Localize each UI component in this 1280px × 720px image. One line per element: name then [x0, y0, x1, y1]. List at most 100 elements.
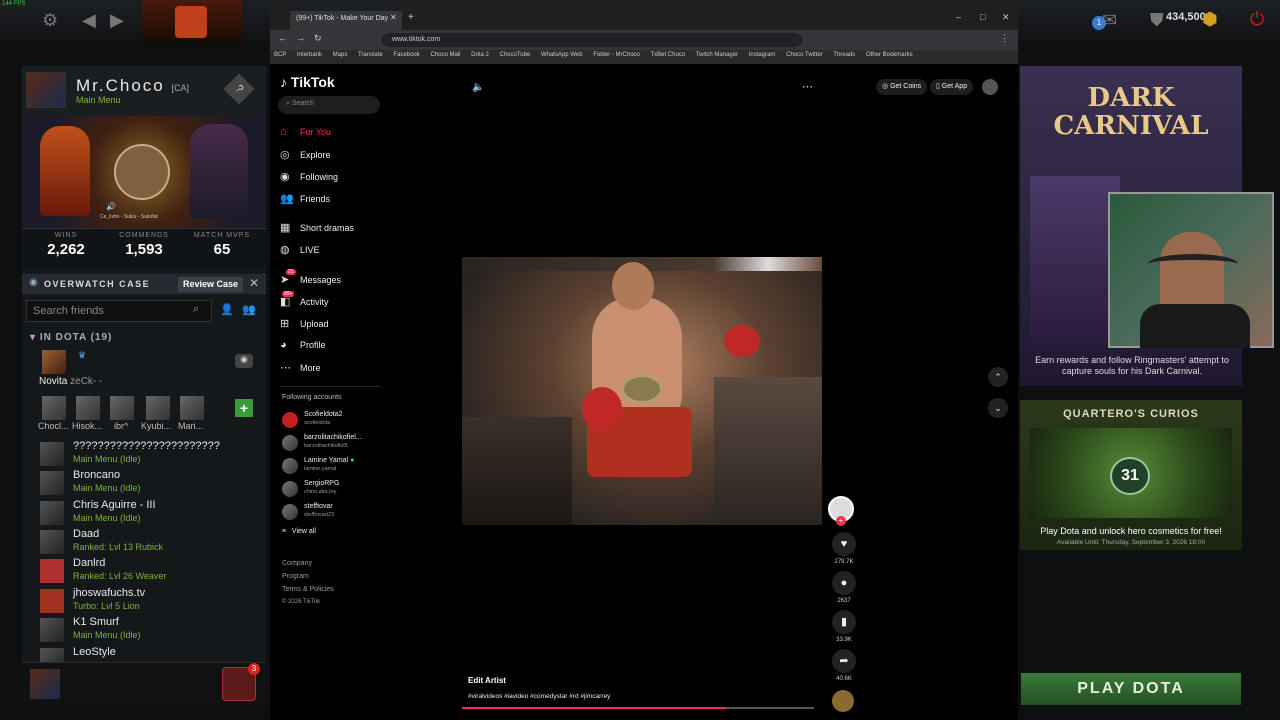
profile-avatar[interactable]	[26, 72, 66, 108]
following-account[interactable]: barzolitachikofiel... barzolitachikofiel5	[282, 432, 392, 454]
curios-banner[interactable]: QUARTERO'S CURIOS 31 Play Dota and unloc…	[1020, 400, 1242, 550]
search-icon[interactable]: ⌕	[193, 303, 199, 316]
nav-profile[interactable]: ◕ Profile	[280, 339, 326, 355]
like-button[interactable]: ♥	[832, 532, 856, 556]
review-case-button[interactable]: Review Case	[178, 277, 244, 292]
maximize-icon[interactable]: □	[980, 12, 985, 22]
bookmark[interactable]: Instagram	[749, 52, 776, 58]
add-friend-icon[interactable]: 👤	[220, 303, 234, 316]
bookmark[interactable]: Other Bookmarks	[866, 52, 913, 58]
bookmark[interactable]: ChocoTube	[500, 52, 531, 58]
bookmark[interactable]: Twitch Manager	[696, 52, 738, 58]
video-player[interactable]	[462, 257, 822, 525]
play-dota-button[interactable]: PLAY DOTA	[1021, 673, 1241, 705]
bookmark[interactable]: Choco Twitter	[786, 52, 823, 58]
friend-row[interactable]: Chris Aguirre - III Main Menu (Idle)	[40, 499, 260, 527]
menu-icon[interactable]: ⋮	[1000, 33, 1009, 44]
new-tab-icon[interactable]: +	[408, 12, 414, 23]
bookmark[interactable]: Choco Mail	[430, 52, 460, 58]
bookmark[interactable]: Maps	[333, 52, 348, 58]
friends-search-input[interactable]: Search friends	[26, 300, 212, 322]
in-dota-header[interactable]: ▾ IN DOTA (19)	[30, 332, 112, 343]
bookmark[interactable]: Translate	[358, 52, 383, 58]
tiktok-logo[interactable]: ♪ TikTok	[280, 74, 335, 90]
window-close-icon[interactable]: ✕	[1002, 12, 1010, 23]
bookmark[interactable]: WhatsApp Web	[541, 52, 583, 58]
armory-icon[interactable]: ⛊	[1150, 10, 1164, 31]
nav-upload[interactable]: ⊞ Upload	[280, 317, 329, 333]
comment-button[interactable]: ●	[832, 571, 856, 595]
previous-video-button[interactable]: ⌃	[988, 367, 1008, 387]
nav-for-you[interactable]: ⌂ For You	[280, 126, 331, 142]
rank-icon[interactable]: ?	[223, 73, 255, 105]
footer-link[interactable]: Company	[282, 560, 312, 567]
browser-tab[interactable]: (99+) TikTok - Make Your Day	[290, 11, 402, 30]
speaker-icon[interactable]: 🔊	[106, 202, 116, 211]
following-account[interactable]: SergioRPG chino.aka.toy	[282, 478, 392, 500]
party-member-avatar[interactable]	[146, 396, 170, 420]
close-icon[interactable]: ✕	[249, 276, 259, 290]
back-arrow-icon[interactable]: ◀	[82, 10, 96, 31]
party-member-avatar[interactable]	[42, 396, 66, 420]
minimize-icon[interactable]: –	[956, 12, 961, 22]
friend-row[interactable]: Broncano Main Menu (Idle)	[40, 469, 260, 497]
user-avatar[interactable]	[982, 79, 998, 95]
footer-link[interactable]: Program	[282, 573, 309, 580]
friend-row[interactable]: K1 Smurf Main Menu (Idle)	[40, 616, 260, 644]
volume-icon[interactable]: 🔈	[472, 82, 484, 93]
video-progress[interactable]	[462, 707, 814, 709]
following-account[interactable]: Lamine Yamal ● lamine.yamal	[282, 455, 392, 477]
nav-short-dramas[interactable]: ▦ Short dramas	[280, 221, 354, 237]
nav-following[interactable]: ◉ Following	[280, 170, 338, 186]
forward-icon[interactable]: →	[296, 33, 305, 43]
get-app-button[interactable]: ▯ Get App	[930, 79, 974, 95]
nav-more[interactable]: ⋯ More	[280, 361, 321, 377]
forward-arrow-icon[interactable]: ▶	[110, 10, 124, 31]
bookmark[interactable]: BCP	[274, 52, 286, 58]
bookmark[interactable]: Dota 2	[471, 52, 489, 58]
nav-friends[interactable]: 👥 Friends	[280, 192, 330, 208]
plus-icon[interactable]: ⬢	[1202, 9, 1218, 30]
bookmark[interactable]: Interbank	[297, 52, 322, 58]
next-video-button[interactable]: ⌄	[988, 398, 1008, 418]
footer-link[interactable]: Terms & Policies	[282, 586, 334, 593]
follow-plus-icon[interactable]: +	[836, 516, 846, 526]
nav-activity[interactable]: ◧ Activity	[280, 295, 329, 311]
chat-dock-avatar[interactable]	[30, 669, 60, 699]
friend-row[interactable]: Danlrd Ranked: Lvl 26 Weaver	[40, 557, 260, 585]
party-member-avatar[interactable]	[180, 396, 204, 420]
save-button[interactable]: ▮	[832, 610, 856, 634]
close-tab-icon[interactable]: ✕	[390, 13, 397, 22]
following-account[interactable]: Scofieldota2 scofieldota	[282, 409, 392, 431]
friends-list-icon[interactable]: 👥	[242, 303, 256, 316]
reload-icon[interactable]: ↻	[314, 33, 322, 44]
visibility-icon[interactable]: ◉	[235, 354, 253, 368]
address-bar[interactable]: www.tiktok.com	[382, 33, 802, 47]
party-avatar[interactable]	[42, 350, 66, 374]
video-author[interactable]: Edit Artist	[468, 676, 506, 685]
nav-messages[interactable]: ➤ Messages	[280, 273, 341, 289]
more-options-icon[interactable]: ⋯	[802, 80, 813, 93]
share-button[interactable]: ➦	[832, 649, 856, 673]
friend-row[interactable]: ???????????????????????? Main Menu (Idle)	[40, 440, 260, 468]
friend-row[interactable]: Daad Ranked: Lvl 13 Rubick	[40, 528, 260, 556]
tiktok-search-input[interactable]: ⌕ Search	[278, 96, 380, 114]
dota-logo-button[interactable]	[142, 0, 242, 42]
back-icon[interactable]: ←	[278, 33, 287, 43]
video-caption[interactable]: #viralvideos #iavideo #comedystar #rd #j…	[468, 693, 610, 700]
party-member-avatar[interactable]	[110, 396, 134, 420]
gear-icon[interactable]: ⚙	[42, 10, 58, 31]
bookmark[interactable]: Threads	[833, 52, 855, 58]
power-icon[interactable]: ⏻	[1250, 9, 1264, 30]
profile-heroes-banner[interactable]: 🔊 Ce_lixho - Sukiu - Sukofat	[22, 116, 266, 228]
get-coins-button[interactable]: ◎ Get Coins	[876, 79, 928, 95]
invite-plus-button[interactable]: +	[235, 399, 253, 417]
party-member-avatar[interactable]	[76, 396, 100, 420]
bookmark[interactable]: Facebook	[393, 52, 419, 58]
following-account[interactable]: stefftovar stefftovart23	[282, 501, 392, 523]
music-disc-icon[interactable]	[832, 690, 854, 712]
bookmark[interactable]: Folder - MrChoco	[593, 52, 640, 58]
friend-row[interactable]: jhoswafuchs.tv Turbo: Lvl 5 Lion	[40, 587, 260, 615]
nav-explore[interactable]: ◎ Explore	[280, 148, 331, 164]
nav-live[interactable]: ◍ LIVE	[280, 243, 320, 259]
